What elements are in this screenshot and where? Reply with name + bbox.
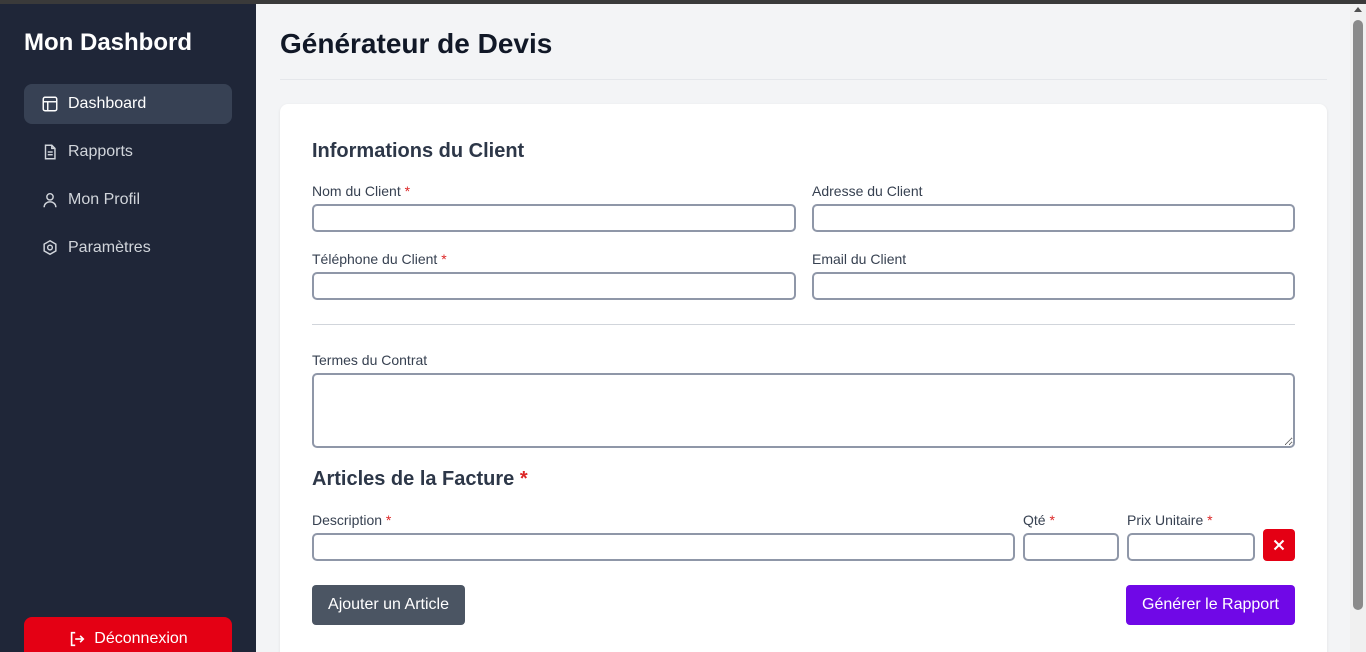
item-qty-label: Qté * [1023,512,1055,528]
item-price-label: Prix Unitaire * [1127,512,1213,528]
sidebar: Mon Dashbord Dashboard Rapports Mon Prof… [0,4,256,652]
required-marker: * [1207,512,1213,528]
contract-terms-label: Termes du Contrat [312,352,428,368]
sidebar-item-dashboard[interactable]: Dashboard [24,84,232,124]
logout-icon [68,630,86,648]
client-section-title: Informations du Client [312,140,525,162]
quote-form-card: Informations du Client Nom du Client * A… [280,104,1327,652]
client-phone-label: Téléphone du Client * [312,251,447,267]
sidebar-item-label: Paramètres [68,239,151,256]
settings-icon [40,238,60,258]
client-name-label: Nom du Client * [312,183,411,199]
required-marker: * [1049,512,1055,528]
required-marker: * [404,183,411,199]
scroll-up-arrow-icon[interactable] [1354,7,1362,12]
document-icon [40,142,60,162]
generate-report-button[interactable]: Générer le Rapport [1126,585,1295,625]
layout-icon [40,94,60,114]
required-marker: * [519,468,528,490]
item-price-input[interactable] [1127,533,1255,561]
logout-label: Déconnexion [94,630,188,647]
close-icon [1273,539,1285,551]
sidebar-item-label: Mon Profil [68,191,141,208]
brand-title: Mon Dashbord [24,29,192,56]
user-icon [40,190,60,210]
remove-item-button[interactable] [1263,529,1295,561]
item-description-input[interactable] [312,533,1015,561]
client-address-label: Adresse du Client [812,183,923,199]
client-email-input[interactable] [812,272,1295,300]
section-divider [312,324,1295,325]
logout-button[interactable]: Déconnexion [24,617,232,652]
invoice-items-title: Articles de la Facture * [312,468,528,490]
contract-terms-textarea[interactable] [312,373,1295,448]
page-scrollbar[interactable] [1350,4,1366,652]
client-phone-input[interactable] [312,272,796,300]
client-address-input[interactable] [812,204,1295,232]
required-marker: * [385,512,392,528]
sidebar-item-profil[interactable]: Mon Profil [24,180,232,220]
page-title: Générateur de Devis [280,28,553,59]
sidebar-item-label: Rapports [68,143,133,160]
sidebar-item-label: Dashboard [68,95,147,112]
client-email-label: Email du Client [812,251,907,267]
main-content: Générateur de Devis Informations du Clie… [256,4,1350,652]
client-name-input[interactable] [312,204,796,232]
title-divider [280,79,1327,80]
add-item-button[interactable]: Ajouter un Article [312,585,465,625]
required-marker: * [441,251,447,267]
scroll-thumb[interactable] [1353,20,1363,610]
sidebar-item-parametres[interactable]: Paramètres [24,228,232,268]
sidebar-item-rapports[interactable]: Rapports [24,132,232,172]
item-description-label: Description * [312,512,392,528]
item-qty-input[interactable] [1023,533,1119,561]
